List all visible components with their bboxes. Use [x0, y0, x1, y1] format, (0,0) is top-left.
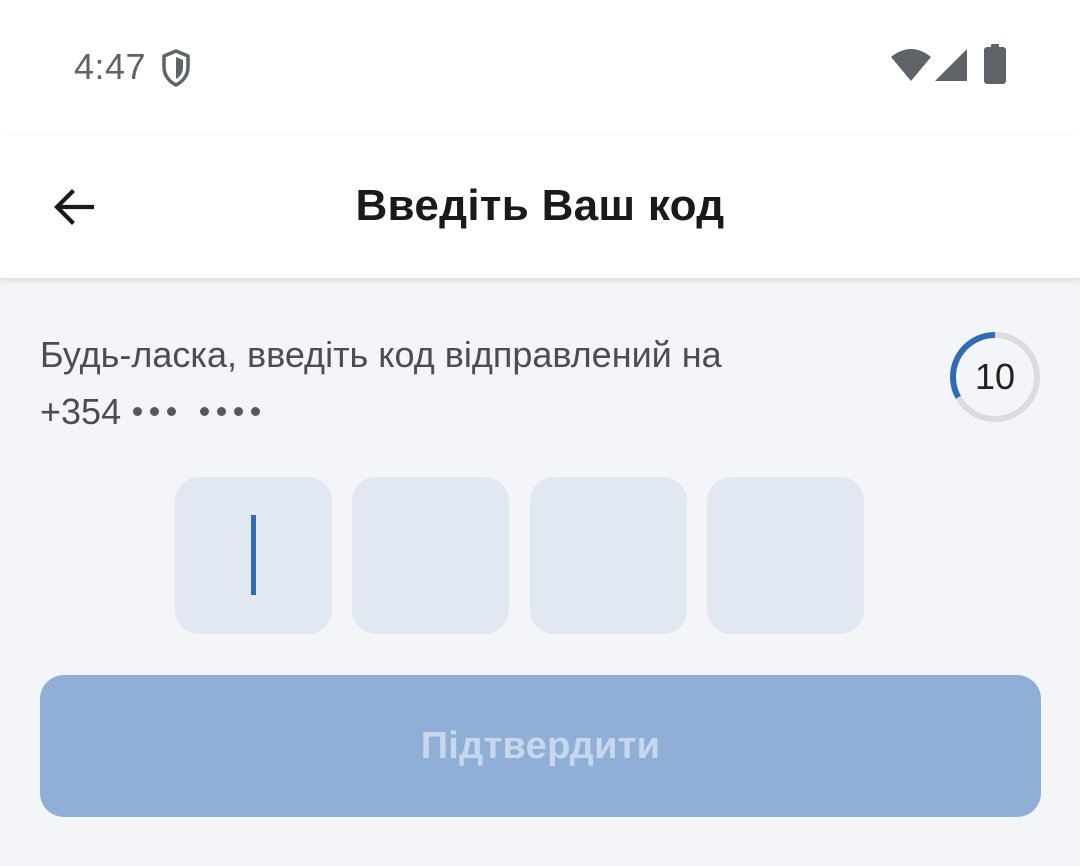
masked-phone-number: +354: [40, 383, 900, 440]
countdown-value: 10: [974, 356, 1016, 397]
battery-icon: [984, 44, 1006, 84]
shield-icon: [162, 49, 190, 87]
code-input-group: [175, 477, 865, 634]
content-area: Будь-ласка, введіть код відправлений на …: [0, 278, 1080, 866]
instruction-text: Будь-ласка, введіть код відправлений на: [40, 334, 722, 375]
masked-digits-group-2: [200, 407, 261, 416]
code-digit-box-2[interactable]: [352, 477, 509, 634]
status-time: 4:47: [74, 46, 147, 87]
code-digit-box-3[interactable]: [530, 477, 687, 634]
instruction-text-block: Будь-ласка, введіть код відправлений на …: [40, 326, 900, 440]
page-title: Введіть Ваш код: [355, 181, 725, 230]
signal-icon: [935, 49, 967, 81]
app-bar: Введіть Ваш код: [0, 135, 1080, 278]
confirm-button[interactable]: Підтвердити: [40, 675, 1041, 817]
text-cursor: [251, 515, 256, 595]
code-digit-box-4[interactable]: [707, 477, 864, 634]
phone-prefix: +354: [40, 391, 122, 432]
masked-digits-group-1: [133, 407, 177, 416]
resend-countdown-timer: 10: [948, 330, 1042, 424]
wifi-icon: [891, 49, 931, 81]
status-bar: 4:47: [0, 0, 1080, 135]
verification-screen: 4:47 Введіть Ваш код Будь-ласка, введіть…: [0, 0, 1080, 866]
